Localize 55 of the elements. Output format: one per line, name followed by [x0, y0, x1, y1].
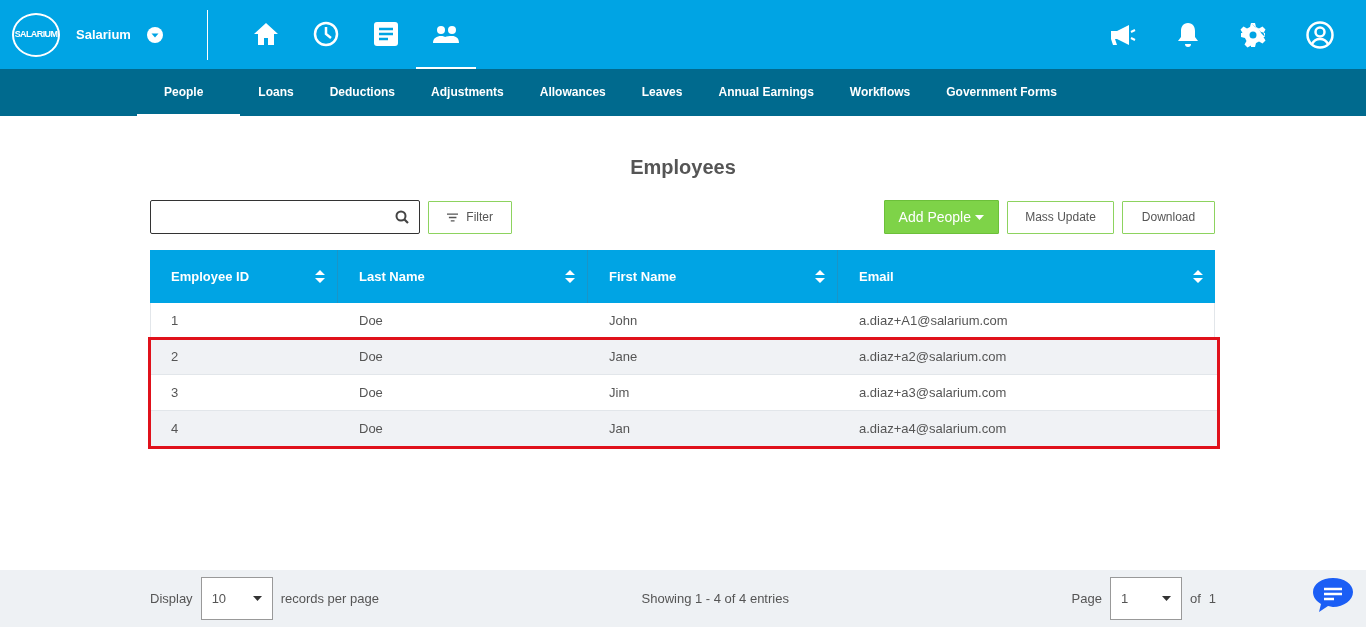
caret-icon — [1161, 596, 1171, 601]
total-pages: 1 — [1208, 589, 1216, 608]
mass-update-button[interactable]: Mass Update — [1007, 200, 1114, 234]
page-title: Employees — [629, 155, 737, 180]
caret-icon — [252, 596, 262, 601]
table-cell-text: a.diaz+A1@salarium.com — [858, 311, 1009, 330]
nav-tab[interactable]: Leaves — [623, 69, 701, 116]
nav-tab[interactable]: Loans — [240, 69, 312, 116]
nav-tab[interactable]: Workflows — [831, 69, 929, 116]
table-cell-text: 3 — [170, 383, 180, 402]
table-cell-text: a.diaz+a4@salarium.com — [858, 419, 1008, 438]
dropdown-caret-icon[interactable] — [146, 26, 163, 43]
table-cell-text: a.diaz+a3@salarium.com — [858, 383, 1008, 402]
table-cell-text: 2 — [170, 347, 180, 366]
per-page-label: records per page — [280, 589, 379, 608]
search-field[interactable] — [150, 200, 420, 234]
nav-tab[interactable]: Allowances — [521, 69, 624, 116]
user-icon[interactable] — [1306, 20, 1334, 49]
nav-tab[interactable]: People — [137, 69, 241, 116]
table-cell-text: John — [608, 311, 639, 330]
of-label: of — [1189, 589, 1201, 608]
nav-tab[interactable]: Annual Earnings — [700, 69, 832, 116]
table-cell-text: Doe — [358, 419, 384, 438]
page-label: Page — [1071, 589, 1102, 608]
settings-icon[interactable] — [1240, 21, 1266, 48]
nav-tab[interactable]: Adjustments — [413, 69, 522, 116]
nav-tab[interactable]: Government Forms — [928, 69, 1075, 116]
table-cell-text: 4 — [170, 419, 180, 438]
filter-icon — [447, 212, 459, 222]
table-cell-text: Doe — [358, 311, 384, 330]
search-icon — [395, 210, 409, 224]
sort-icon[interactable] — [315, 270, 325, 283]
logo-icon: SALARIUM — [12, 12, 60, 57]
table-cell-text: Jim — [608, 383, 631, 402]
display-label: Display — [150, 589, 193, 608]
megaphone-icon[interactable] — [1110, 23, 1136, 46]
table-cell-text: a.diaz+a2@salarium.com — [858, 347, 1008, 366]
filter-button[interactable]: Filter — [428, 200, 512, 234]
page-select[interactable]: 1 — [1109, 577, 1182, 620]
table-cell-text: Doe — [358, 383, 384, 402]
page-size-select[interactable]: 10 — [200, 577, 273, 620]
sort-icon[interactable] — [815, 270, 825, 283]
table-cell-text: Doe — [358, 347, 384, 366]
table-cell-text: Jane — [608, 347, 639, 366]
sort-icon[interactable] — [565, 270, 575, 283]
entries-summary: Showing 1 - 4 of 4 entries — [640, 589, 790, 608]
download-button[interactable]: Download — [1122, 200, 1215, 234]
table-cell-text: Jan — [608, 419, 631, 438]
caret-icon — [975, 214, 984, 220]
table-cell-text: 1 — [170, 311, 180, 330]
bell-icon[interactable] — [1176, 21, 1200, 48]
nav-tab[interactable]: Deductions — [311, 69, 414, 116]
sort-icon[interactable] — [1193, 270, 1203, 283]
brand-name: Salarium — [76, 25, 131, 44]
chat-icon[interactable] — [1312, 577, 1354, 613]
